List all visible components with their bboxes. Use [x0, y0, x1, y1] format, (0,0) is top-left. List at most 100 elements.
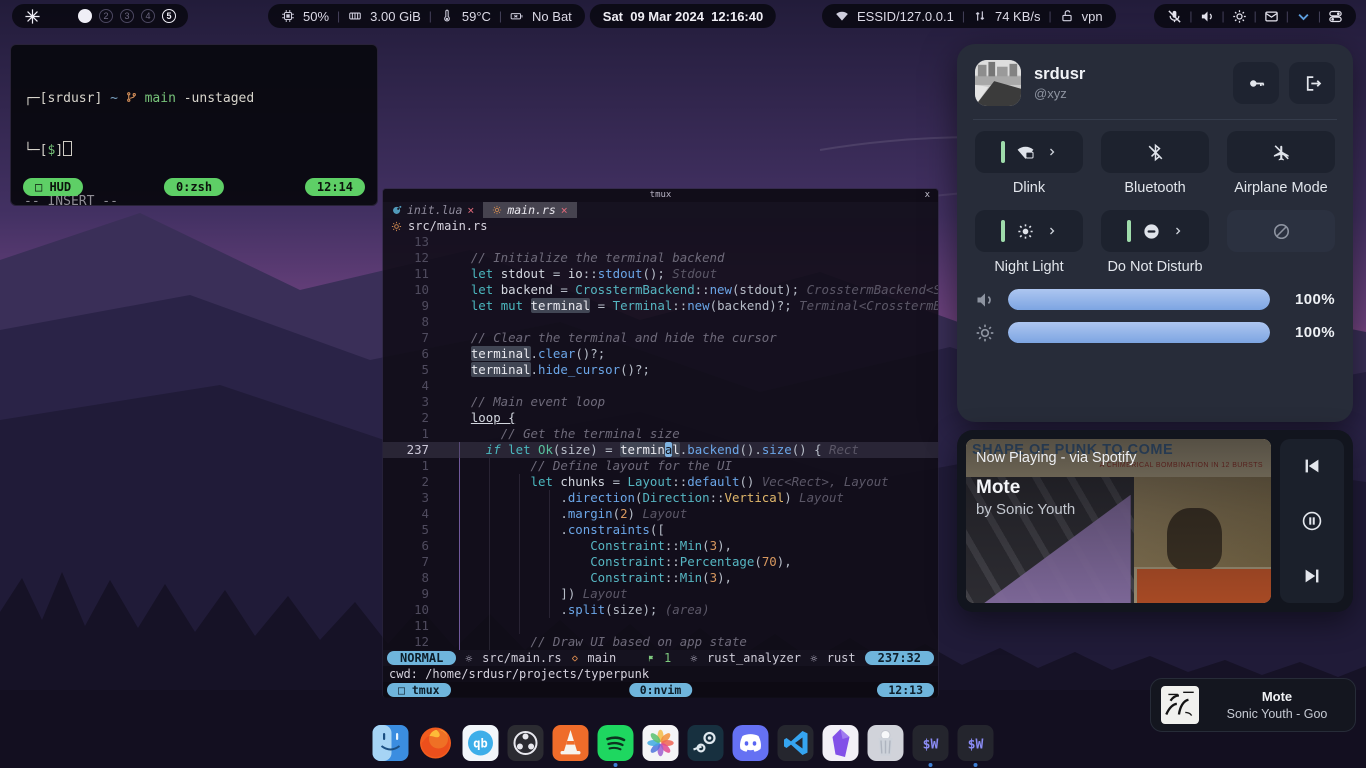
terminal-window[interactable]: ┌─[srdusr] ~ main -unstaged └─[$] -- INS…: [10, 44, 378, 206]
workspace-1[interactable]: [78, 9, 92, 23]
dock-item-files[interactable]: [373, 725, 409, 761]
code-line: 6 terminal.clear()?;: [383, 346, 938, 362]
memory-usage: 3.00 GiB: [370, 9, 421, 24]
dock-item-firefox[interactable]: [418, 725, 454, 761]
code-line: 6 Constraint::Min(3),: [383, 538, 938, 554]
dock-item-vlc[interactable]: [553, 725, 589, 761]
sun-icon: [1016, 222, 1035, 241]
dock-item-discord[interactable]: [733, 725, 769, 761]
dock-item-wallet-a[interactable]: $W: [913, 725, 949, 761]
diagnostics-flag-icon: [647, 653, 655, 664]
toggle-blank-circle-icon[interactable]: [1227, 210, 1335, 252]
toggle-label: [1227, 259, 1335, 276]
track-title: Mote: [976, 477, 1020, 499]
tmux-session-badge[interactable]: 0:nvim: [629, 683, 693, 697]
battery-status: No Bat: [532, 9, 572, 24]
code-area[interactable]: 1312 // Initialize the terminal backend1…: [383, 234, 938, 650]
code-line: 10 let backend = CrosstermBackend::new(s…: [383, 282, 938, 298]
user-handle: @xyz: [1034, 86, 1085, 101]
line-number: 8: [383, 314, 441, 330]
album-art[interactable]: SHAPE OF PUNK TO COME A CHIMERICAL BOMBI…: [966, 439, 1271, 603]
user-row: srdusr @xyz: [975, 60, 1335, 106]
svg-text:$W: $W: [923, 738, 939, 753]
gear-icon[interactable]: [1232, 9, 1247, 24]
tab-close-icon[interactable]: ×: [467, 202, 474, 218]
code-line: 9 ]) Layout: [383, 586, 938, 602]
prev-icon[interactable]: [1301, 455, 1323, 477]
code-line: 11 let stdout = io::stdout(); Stdout: [383, 266, 938, 282]
toggles-icon[interactable]: [1328, 9, 1343, 24]
svg-text:$W: $W: [968, 738, 984, 753]
code-line: 3 // Main event loop: [383, 394, 938, 410]
slider-track[interactable]: [1008, 289, 1270, 310]
logout-button[interactable]: [1289, 62, 1335, 104]
slider-track[interactable]: [1008, 322, 1270, 343]
code-line: 12 // Draw UI based on app state: [383, 634, 938, 650]
dock-item-trash[interactable]: [868, 725, 904, 761]
filetype-gear-icon: [810, 653, 818, 664]
slider-value: 100%: [1283, 324, 1335, 341]
speaker-icon[interactable]: [1200, 9, 1215, 24]
dock-item-obs[interactable]: [508, 725, 544, 761]
workspace-3[interactable]: 3: [120, 9, 134, 23]
line-number: 2: [383, 474, 441, 490]
tab-label: main.rs: [507, 202, 555, 218]
window-title: tmux: [650, 190, 672, 200]
system-tray: |||||: [1154, 4, 1356, 28]
clock-module[interactable]: Sat 09 Mar 2024 12:16:40: [590, 4, 776, 28]
chevron-down-icon[interactable]: [1296, 9, 1311, 24]
tab-close-icon[interactable]: ×: [561, 202, 568, 218]
now-playing-status: Now Playing - via Spotify: [976, 450, 1136, 466]
code-line: 5 terminal.hide_cursor()?;: [383, 362, 938, 378]
lock-keys-button[interactable]: [1233, 62, 1279, 104]
notification-body: Sonic Youth - Goo: [1209, 707, 1345, 721]
toggle-bluetooth[interactable]: [1101, 131, 1209, 173]
chevron-right-icon[interactable]: [1046, 146, 1058, 158]
dock-item-obsidian[interactable]: [823, 725, 859, 761]
tmux-window-badge[interactable]: □ tmux: [387, 683, 451, 697]
workspace-5[interactable]: 5: [162, 9, 176, 23]
pause-icon[interactable]: [1301, 510, 1323, 532]
toggle-airplane-mode[interactable]: [1227, 131, 1335, 173]
toggle-night-light[interactable]: [975, 210, 1083, 252]
workspace-2[interactable]: 2: [99, 9, 113, 23]
lsp-name: rust_analyzer: [707, 651, 801, 665]
memory-icon: [348, 9, 362, 23]
dock-item-wallet-b[interactable]: $W: [958, 725, 994, 761]
mail-icon[interactable]: [1264, 9, 1279, 24]
toggle-label: Do Not Disturb: [1101, 259, 1209, 276]
next-icon[interactable]: [1301, 565, 1323, 587]
sliders-section: 100% 100%: [975, 289, 1335, 343]
lock-open-icon: [1060, 9, 1074, 23]
toggle-dlink[interactable]: [975, 131, 1083, 173]
workspace-4[interactable]: 4: [141, 9, 155, 23]
dock-item-photos[interactable]: [643, 725, 679, 761]
dock-item-vscode[interactable]: [778, 725, 814, 761]
tmux-window-badge[interactable]: □ HUD: [23, 178, 83, 196]
close-icon[interactable]: x: [925, 189, 930, 202]
chevron-right-icon[interactable]: [1172, 225, 1184, 237]
mic-muted-icon[interactable]: [1167, 9, 1182, 24]
tab-init.lua[interactable]: init.lua×: [383, 202, 483, 218]
slider-value: 100%: [1283, 291, 1335, 308]
shell-prompt-line1: ┌─[srdusr] ~ main -unstaged: [24, 90, 364, 107]
code-line: 9 let mut terminal = Terminal::new(backe…: [383, 298, 938, 314]
editor-window[interactable]: tmux x init.lua×main.rs× src/main.rs 131…: [383, 189, 938, 697]
bluetooth-off-icon: [1146, 143, 1165, 162]
line-number: 7: [383, 554, 441, 570]
tab-main.rs[interactable]: main.rs ×: [483, 202, 576, 218]
tmux-session-badge[interactable]: 0:zsh: [164, 178, 224, 196]
code-line: 4: [383, 378, 938, 394]
toggle-do-not-disturb[interactable]: [1101, 210, 1209, 252]
line-number: 4: [383, 378, 441, 394]
network-name: ESSID/127.0.0.1: [857, 9, 954, 24]
dock-item-qbittorrent[interactable]: qb: [463, 725, 499, 761]
tmux-clock-badge: 12:14: [305, 178, 365, 196]
chevron-right-icon[interactable]: [1046, 225, 1058, 237]
dock-item-spotify[interactable]: [598, 725, 634, 761]
distro-logo-icon[interactable]: [24, 8, 41, 25]
key-icon: [1247, 74, 1266, 93]
notification-popup[interactable]: Mote Sonic Youth - Goo: [1150, 678, 1356, 732]
code-line: 2 let chunks = Layout::default() Vec<Rec…: [383, 474, 938, 490]
dock-item-steam[interactable]: [688, 725, 724, 761]
